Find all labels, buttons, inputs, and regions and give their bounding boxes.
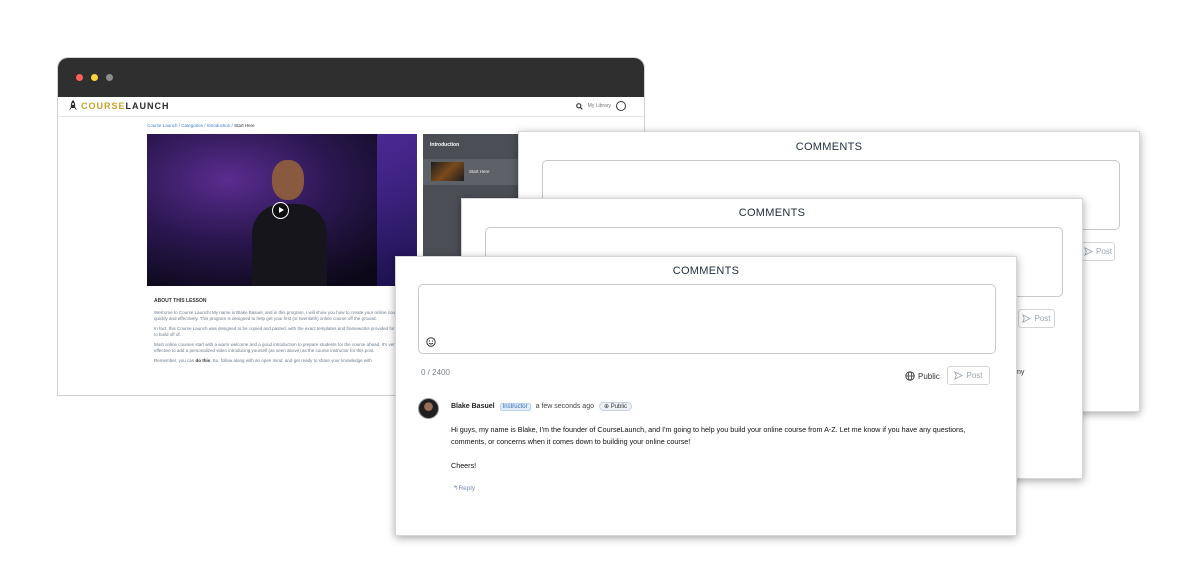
header-actions: My Library (575, 101, 626, 111)
reply-label: Reply (458, 485, 476, 492)
play-icon[interactable] (272, 202, 289, 219)
stage: COURSE LAUNCH My Library Course Launch / … (0, 0, 1200, 573)
my-library-link[interactable]: My Library (588, 103, 611, 109)
post-button-label: Post (1095, 247, 1112, 256)
send-icon (1022, 314, 1032, 323)
comment-timestamp: a few seconds ago (535, 403, 594, 410)
lesson-thumbnail (431, 162, 464, 181)
comment-text-fragment: ny (1017, 369, 1025, 376)
close-dot[interactable] (76, 74, 83, 81)
avatar[interactable] (418, 398, 439, 419)
about-paragraph-4: Remember, you can do this. So, follow al… (154, 358, 404, 365)
about-paragraph-2: In fact, this Course Launch was designed… (154, 325, 404, 338)
comments-card-front: COMMENTS 0 / 2400 Public Post Blake Basu… (395, 256, 1017, 536)
breadcrumb-path[interactable]: Course Launch / Categories / Introductio… (147, 123, 234, 128)
comments-title: COMMENTS (738, 207, 806, 219)
post-button[interactable]: Post (1018, 309, 1055, 328)
minimize-dot[interactable] (91, 74, 98, 81)
presenter-head (272, 160, 304, 200)
comment-author[interactable]: Blake Basuel (451, 403, 495, 410)
comment-visibility-badge: ⊕ Public (598, 402, 633, 411)
send-icon (1084, 247, 1093, 256)
about-p4-start: Remember, you can (154, 357, 196, 363)
breadcrumb-current: Start Here (234, 123, 255, 128)
breadcrumb: Course Launch / Categories / Introductio… (147, 123, 255, 128)
post-button[interactable]: Post (1081, 242, 1115, 261)
search-icon[interactable] (575, 102, 583, 110)
site-header: COURSE LAUNCH My Library (58, 97, 644, 117)
about-paragraph-3: Most online courses start with a warm we… (154, 341, 397, 354)
globe-icon (905, 371, 915, 381)
comment-signoff: Cheers! (451, 461, 477, 470)
post-button-label: Post (966, 371, 983, 380)
comment-input[interactable] (418, 284, 996, 354)
presenter-body (252, 204, 327, 286)
lesson-item-label: Start Here (469, 169, 490, 174)
visibility-label: Public (918, 371, 940, 381)
site-logo[interactable]: COURSE LAUNCH (68, 100, 170, 112)
comments-title: COMMENTS (672, 265, 740, 277)
smiley-icon[interactable] (426, 337, 436, 347)
about-lesson: ABOUT THIS LESSON Welcome to Course Laun… (154, 298, 404, 367)
video-presenter (252, 154, 327, 286)
post-button[interactable]: Post (947, 366, 990, 385)
post-button-label: Post (1034, 314, 1051, 323)
about-p4-end: . So, follow along with an open mind, an… (210, 357, 372, 363)
visibility-selector[interactable]: Public (905, 371, 940, 381)
send-icon (954, 371, 964, 380)
about-paragraph-1: Welcome to Course Launch! My name is Bla… (154, 309, 402, 322)
logo-text-launch: LAUNCH (125, 101, 170, 111)
comment-visibility-label: Public (610, 404, 628, 410)
comments-title: COMMENTS (795, 141, 863, 153)
user-icon[interactable] (616, 101, 626, 111)
instructor-badge: Instructor (499, 402, 531, 411)
video-player[interactable] (147, 134, 417, 286)
maximize-dot[interactable] (106, 74, 113, 81)
character-counter: 0 / 2400 (421, 368, 450, 377)
about-heading: ABOUT THIS LESSON (154, 298, 207, 304)
rocket-icon (69, 100, 77, 110)
about-p4-bold: do this (195, 357, 211, 363)
comment-body: Hi guys, my name is Blake, I'm the found… (451, 425, 966, 446)
comment-meta: Blake Basuel Instructor a few seconds ag… (451, 402, 633, 411)
browser-titlebar (58, 58, 644, 97)
logo-text-course: COURSE (81, 101, 126, 111)
reply-button[interactable]: ↰Reply (453, 484, 475, 492)
